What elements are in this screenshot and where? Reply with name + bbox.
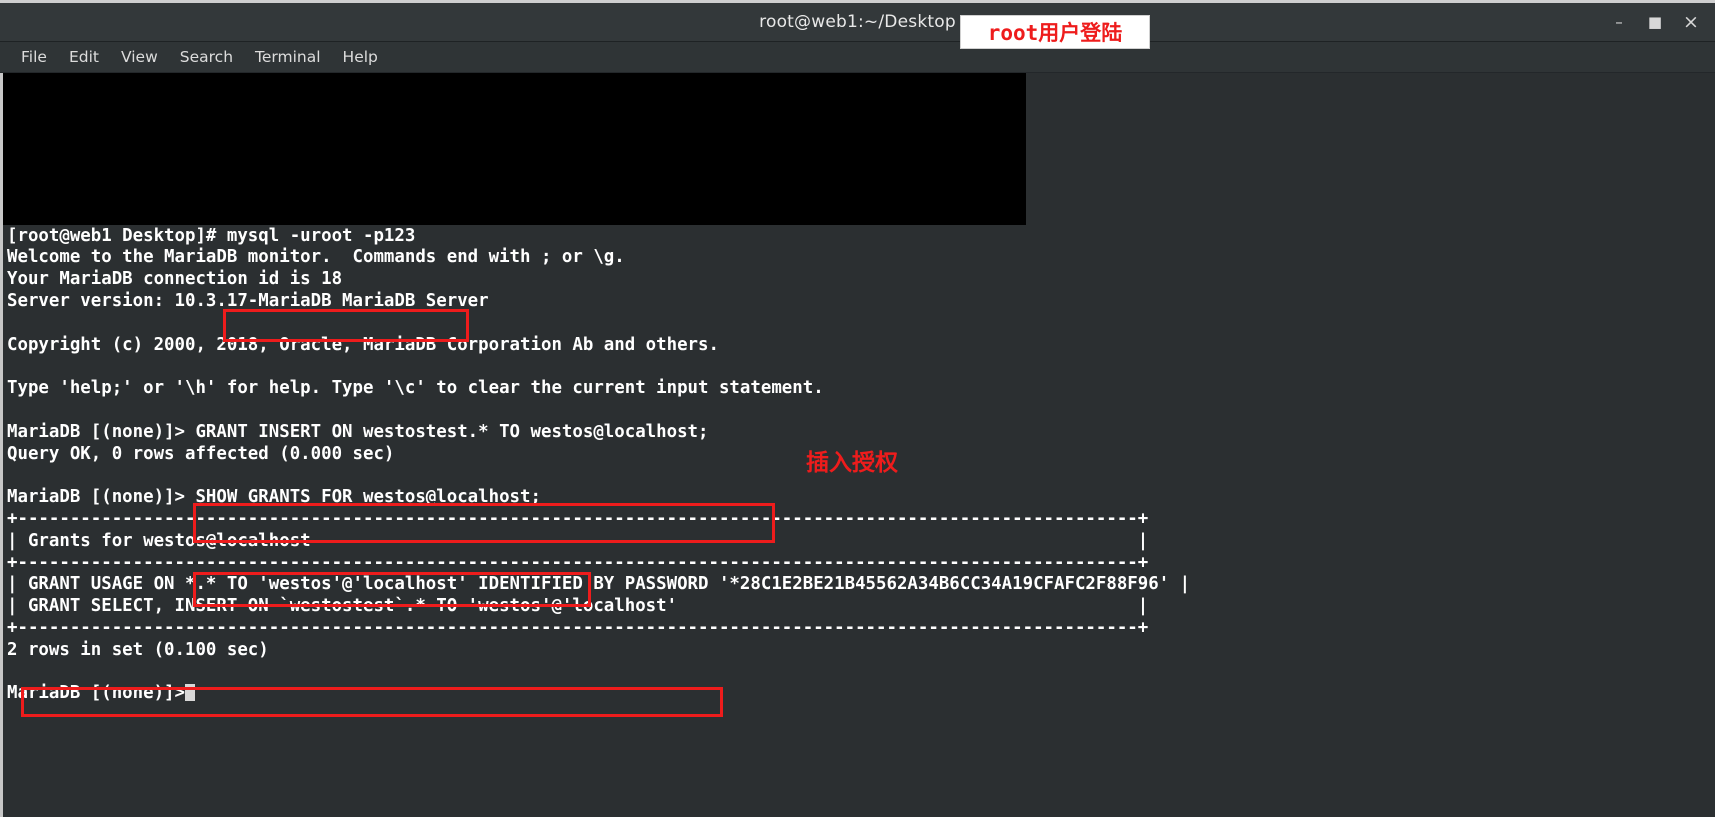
minimize-icon[interactable]: – (1611, 14, 1627, 30)
terminal-line: Server version: 10.3.17-MariaDB MariaDB … (7, 290, 489, 311)
terminal-line: Copyright (c) 2000, 2018, Oracle, MariaD… (7, 334, 719, 355)
annotation-root-login: root用户登陆 (960, 15, 1150, 49)
window-controls: – ■ × (1611, 3, 1709, 41)
menu-item-view[interactable]: View (110, 46, 169, 68)
window-title: root@web1:~/Desktop (759, 12, 956, 32)
menu-item-terminal[interactable]: Terminal (244, 46, 332, 68)
terminal-line: Welcome to the MariaDB monitor. Commands… (7, 247, 625, 268)
menu-item-file[interactable]: File (10, 46, 58, 68)
terminal-line: MariaDB [(none)]> SHOW GRANTS FOR westos… (7, 487, 541, 508)
terminal-line: +---------------------------------------… (7, 617, 1149, 638)
annotation-insert-grant: 插入授权 (806, 450, 898, 476)
menu-item-search[interactable]: Search (169, 46, 244, 68)
title-bar: root@web1:~/Desktop – ■ × (0, 3, 1715, 42)
terminal-window: root@web1:~/Desktop – ■ × File Edit View… (0, 0, 1715, 817)
terminal-line: [root@web1 Desktop]# mysql -uroot -p123 (7, 225, 416, 246)
terminal-line: +---------------------------------------… (7, 552, 1149, 573)
terminal-line: | GRANT USAGE ON *.* TO 'westos'@'localh… (7, 574, 1191, 595)
close-icon[interactable]: × (1683, 12, 1699, 32)
menu-item-edit[interactable]: Edit (58, 46, 110, 68)
terminal-line: Type 'help;' or '\h' for help. Type '\c'… (7, 378, 824, 399)
terminal-output: [root@web1 Desktop]# mysql -uroot -p123 W… (7, 73, 1707, 705)
terminal-line: MariaDB [(none)]> GRANT INSERT ON westos… (7, 421, 709, 442)
menu-bar: File Edit View Search Terminal Help (0, 42, 1715, 73)
terminal-line: MariaDB [(none)]> (7, 683, 1707, 705)
maximize-icon[interactable]: ■ (1647, 14, 1663, 30)
terminal-line: 2 rows in set (0.100 sec) (7, 639, 269, 660)
terminal-cursor (185, 684, 195, 702)
terminal-line: +---------------------------------------… (7, 508, 1149, 529)
menu-item-help[interactable]: Help (332, 46, 389, 68)
terminal-line: | Grants for westos@localhost | (7, 530, 1149, 551)
terminal-line: | GRANT SELECT, INSERT ON `westostest`.*… (7, 596, 1149, 617)
terminal-line: Your MariaDB connection id is 18 (7, 269, 343, 290)
